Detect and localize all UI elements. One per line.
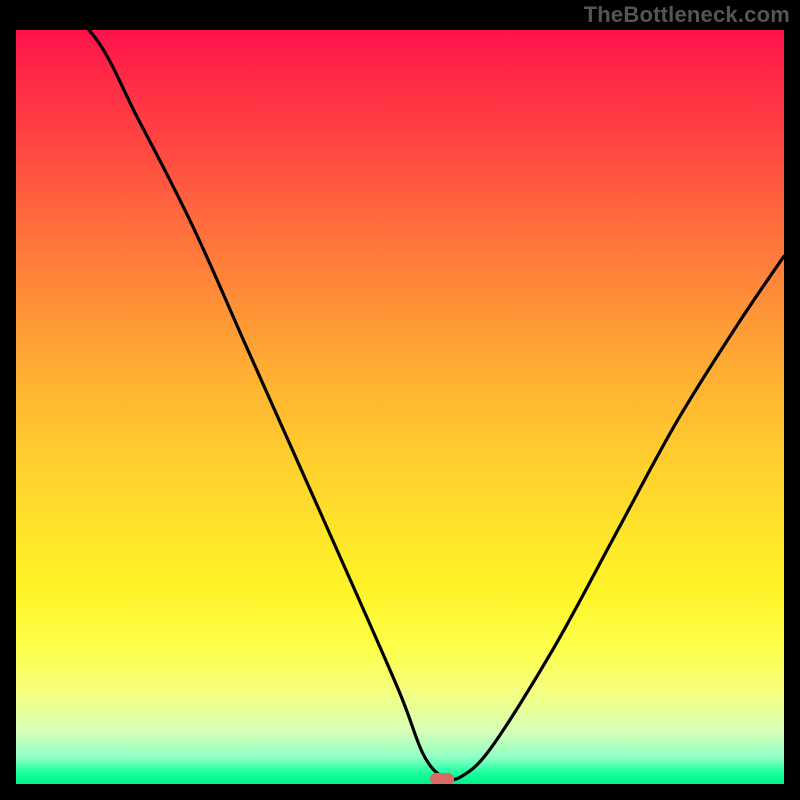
watermark-text: TheBottleneck.com xyxy=(584,2,790,28)
plot-area xyxy=(16,30,784,784)
chart-frame: TheBottleneck.com xyxy=(0,0,800,800)
minimum-marker xyxy=(430,773,454,784)
curve-path xyxy=(16,30,784,780)
bottleneck-curve xyxy=(16,30,784,784)
